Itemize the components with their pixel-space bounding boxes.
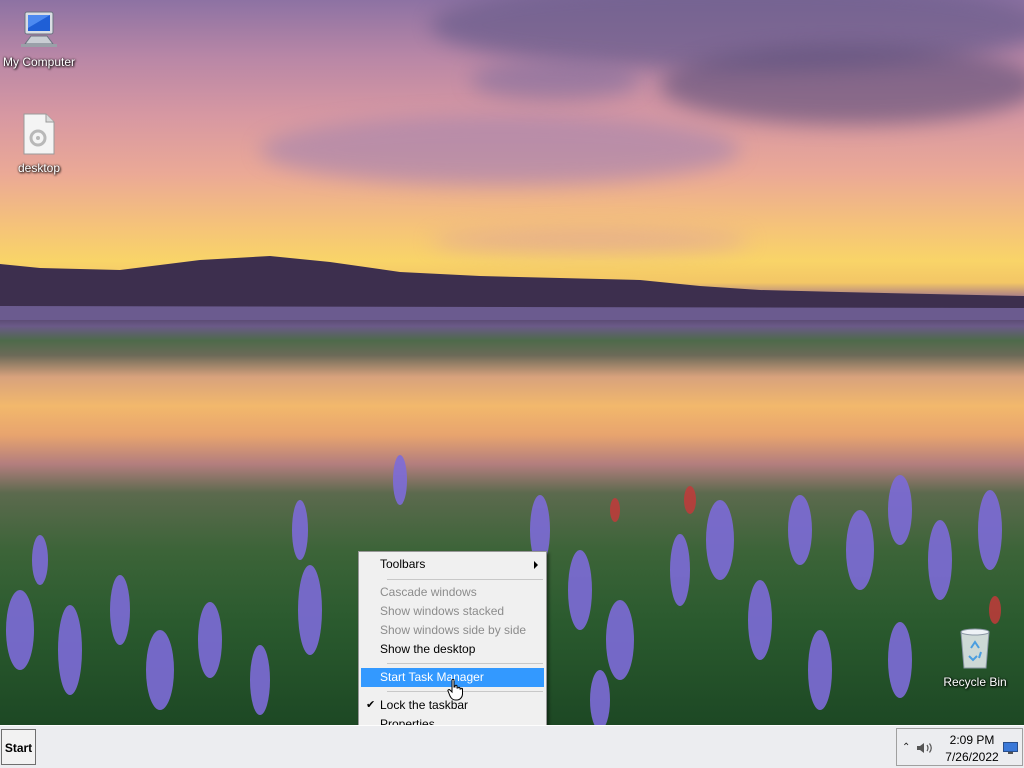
clock-date[interactable]: 7/26/2022 [941, 750, 1003, 764]
submenu-arrow-icon [534, 561, 538, 569]
tray-chevron-icon[interactable]: ⌃ [902, 742, 910, 753]
desktop-peek-icon[interactable] [1003, 742, 1018, 754]
menu-item-show-the-desktop[interactable]: Show the desktop [361, 640, 544, 659]
taskbar[interactable]: Start ⌃ 2:09 PM 7/26/2022 [0, 725, 1024, 768]
desktop-icon-label: My Computer [2, 55, 76, 69]
desktop-icon-label: desktop [17, 161, 61, 175]
menu-separator [387, 579, 543, 580]
wallpaper-cloud [660, 45, 1024, 125]
checkmark-icon: ✔ [366, 699, 376, 711]
wallpaper-cloud [260, 115, 740, 185]
menu-item-label: Show windows stacked [380, 604, 505, 618]
menu-item-show-windows-side-by-side[interactable]: Show windows side by side [361, 621, 544, 640]
menu-item-cascade-windows[interactable]: Cascade windows [361, 583, 544, 602]
speaker-icon[interactable] [916, 741, 936, 755]
desktop-icon-recycle-bin[interactable]: Recycle Bin [940, 626, 1010, 689]
wallpaper-mountains [0, 256, 1024, 320]
menu-item-show-windows-stacked[interactable]: Show windows stacked [361, 602, 544, 621]
menu-item-label: Start Task Manager [380, 670, 484, 684]
menu-item-label: Toolbars [380, 557, 426, 571]
menu-item-toolbars[interactable]: Toolbars [361, 555, 544, 574]
system-tray: ⌃ 2:09 PM 7/26/2022 [896, 728, 1023, 766]
recycle-bin-icon [960, 628, 990, 669]
mouse-cursor-icon [447, 679, 463, 701]
document-icon [23, 113, 55, 155]
menu-separator [387, 663, 543, 664]
clock-time[interactable]: 2:09 PM [947, 733, 997, 747]
desktop-icon-my-computer[interactable]: My Computer [0, 10, 78, 69]
menu-item-label: Show the desktop [380, 642, 476, 656]
start-button[interactable]: Start [1, 729, 36, 765]
desktop-icon-label: Recycle Bin [943, 675, 1007, 689]
taskbar-context-menu: Toolbars Cascade windows Show windows st… [358, 551, 547, 734]
wallpaper-cloud [470, 60, 640, 100]
my-computer-icon [21, 11, 57, 47]
menu-item-label: Show windows side by side [380, 623, 527, 637]
desktop-icon-desktop[interactable]: desktop [10, 112, 68, 175]
menu-item-label: Cascade windows [380, 585, 477, 599]
menu-separator [387, 691, 543, 692]
